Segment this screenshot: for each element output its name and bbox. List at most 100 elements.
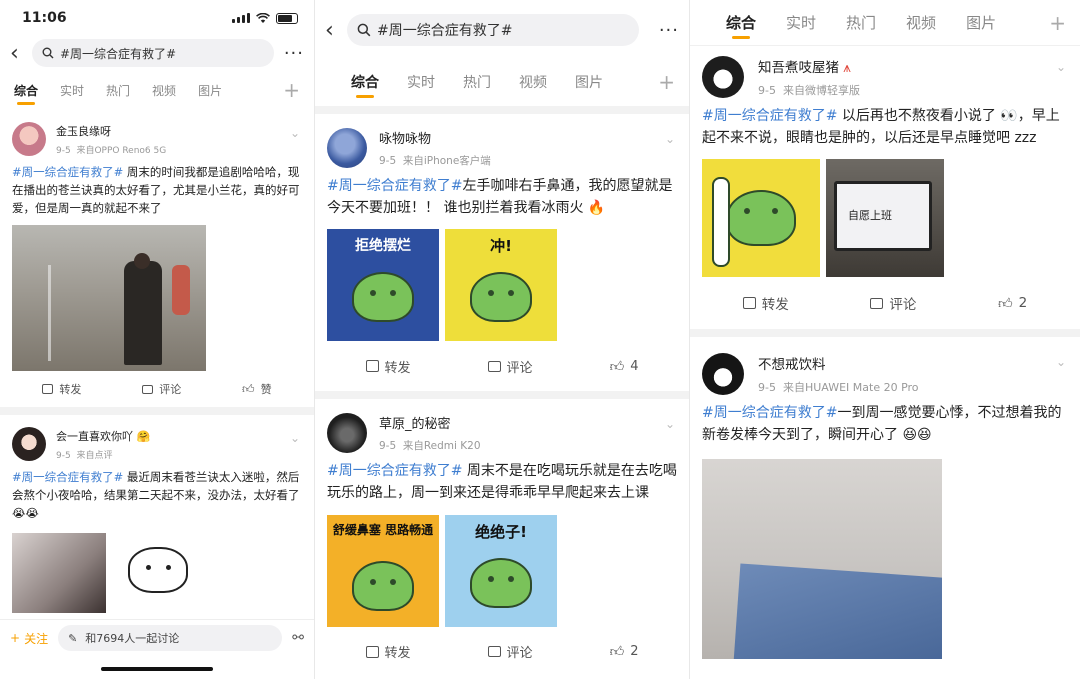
- post-text: #周一综合症有救了# 周末的时间我都是追剧哈哈哈，现在播出的苍兰诀真的太好看了，…: [12, 165, 300, 215]
- more-options-icon[interactable]: ···: [274, 43, 304, 64]
- tab-hot[interactable]: 热门: [106, 82, 130, 99]
- tab-images[interactable]: 图片: [966, 12, 996, 33]
- like-button[interactable]: 👍︎ 4: [610, 358, 639, 375]
- phone-screen-middle: ‹ #周一综合症有救了# ··· 综合 实时 热门 视频 图片 + ⌄ 咏物咏物…: [315, 0, 689, 679]
- discuss-input[interactable]: ✎ 和7694人一起讨论: [58, 625, 283, 651]
- like-button[interactable]: 👍︎ 2: [610, 643, 639, 660]
- search-input[interactable]: #周一综合症有救了#: [32, 39, 274, 67]
- like-button[interactable]: 👍︎ 赞: [242, 381, 272, 397]
- like-button[interactable]: 👍︎ 2: [998, 295, 1027, 312]
- tab-comprehensive[interactable]: 综合: [351, 72, 379, 92]
- avatar[interactable]: [327, 128, 367, 168]
- cat-illustration: [352, 560, 414, 611]
- search-icon: [42, 47, 54, 59]
- tab-comprehensive[interactable]: 综合: [726, 12, 756, 33]
- hashtag-link[interactable]: #周一综合症有救了#: [12, 165, 123, 179]
- comment-button[interactable]: 评论: [487, 642, 533, 661]
- search-row: ‹ #周一综合症有救了# ···: [315, 8, 689, 52]
- tab-realtime[interactable]: 实时: [60, 82, 84, 99]
- avatar[interactable]: [327, 413, 367, 454]
- avatar[interactable]: [702, 56, 744, 98]
- comment-button[interactable]: 评论: [870, 293, 916, 313]
- cat-illustration: [470, 557, 532, 608]
- avatar[interactable]: [12, 427, 46, 462]
- repost-button[interactable]: 转发: [365, 642, 411, 661]
- post-image-sticker[interactable]: 冲!: [445, 229, 557, 342]
- comment-button[interactable]: 评论: [487, 357, 533, 376]
- post-image-sticker[interactable]: 舒缓鼻塞 思路畅通: [327, 514, 439, 627]
- post-header: 不想戒饮料 9-5 来自HUAWEI Mate 20 Pro: [702, 353, 1068, 396]
- post-images: 拒绝摆烂 冲!: [327, 229, 677, 342]
- post-card[interactable]: ⌄ 金玉良缘呀 9-5 来自OPPO Reno6 5G #周一综合症有救了# 周…: [0, 110, 314, 416]
- chevron-down-icon[interactable]: ⌄: [1056, 60, 1066, 74]
- search-input[interactable]: #周一综合症有救了#: [347, 14, 639, 46]
- add-tab-icon[interactable]: +: [1049, 11, 1066, 35]
- hashtag-link[interactable]: #周一综合症有救了#: [327, 463, 462, 479]
- repost-button[interactable]: 转发: [42, 381, 81, 397]
- hashtag-link[interactable]: #周一综合症有救了#: [702, 108, 837, 124]
- chevron-down-icon[interactable]: ⌄: [665, 132, 675, 146]
- hashtag-link[interactable]: #周一综合症有救了#: [327, 178, 462, 194]
- back-arrow-icon[interactable]: ‹: [10, 41, 32, 66]
- post-actions: 转发 评论 👍︎ 4: [327, 341, 677, 391]
- tab-video[interactable]: 视频: [906, 12, 936, 33]
- tab-hot[interactable]: 热门: [846, 12, 876, 33]
- plus-icon: +: [10, 631, 21, 645]
- tab-hot[interactable]: 热门: [463, 72, 491, 92]
- post-card[interactable]: ⌄ 不想戒饮料 9-5 来自HUAWEI Mate 20 Pro #周一综合症有…: [690, 337, 1080, 659]
- post-image-monitor-photo[interactable]: 自愿上班: [826, 159, 944, 278]
- chevron-down-icon[interactable]: ⌄: [290, 126, 300, 140]
- chevron-down-icon[interactable]: ⌄: [290, 431, 300, 445]
- hashtag-link[interactable]: #周一综合症有救了#: [12, 470, 123, 484]
- tab-comprehensive[interactable]: 综合: [14, 82, 38, 99]
- search-icon: [357, 23, 371, 37]
- post-author[interactable]: 会一直喜欢你吖 🤗: [56, 428, 150, 444]
- post-images: [12, 532, 302, 613]
- tab-realtime[interactable]: 实时: [786, 12, 816, 33]
- back-arrow-icon[interactable]: ‹: [325, 18, 347, 43]
- repost-button[interactable]: 转发: [365, 357, 411, 376]
- post-image-package-photo[interactable]: [702, 458, 942, 659]
- post-image-sticker[interactable]: 绝绝子!: [445, 514, 557, 627]
- post-card[interactable]: ⌄ 会一直喜欢你吖 🤗 9-5 来自点评 #周一综合症有救了# 最近周末看苍兰诀…: [0, 415, 314, 613]
- more-options-icon[interactable]: ···: [639, 20, 679, 41]
- chevron-down-icon[interactable]: ⌄: [665, 417, 675, 431]
- tab-images[interactable]: 图片: [198, 82, 222, 99]
- post-image-sticker[interactable]: 拒绝摆烂: [327, 229, 439, 342]
- post-meta: 9-5 来自微博轻享版: [758, 84, 860, 97]
- post-card[interactable]: ⌄ 草原_的秘密 9-5 来自Redmi K20 #周一综合症有救了# 周末不是…: [315, 399, 689, 676]
- tab-video[interactable]: 视频: [519, 72, 547, 92]
- thumbs-up-icon: 👍︎: [242, 381, 255, 396]
- avatar[interactable]: [12, 122, 46, 156]
- post-card[interactable]: ⌄ 咏物咏物 9-5 来自iPhone客户端 #周一综合症有救了#左手咖啡右手鼻…: [315, 106, 689, 400]
- post-text: #周一综合症有救了#左手咖啡右手鼻通，我的愿望就是今天不要加班！！ 谁也别拦着我…: [327, 178, 673, 216]
- post-image-sticker[interactable]: [702, 159, 820, 278]
- add-tab-icon[interactable]: +: [283, 78, 300, 102]
- post-text: #周一综合症有救了# 以后再也不熬夜看小说了 👀，早上起不来不说，眼睛也是肿的，…: [702, 108, 1060, 146]
- post-author[interactable]: 咏物咏物: [379, 128, 491, 147]
- post-image-drama-still[interactable]: [12, 225, 206, 372]
- post-image-sticker[interactable]: [112, 532, 206, 613]
- hashtag-link[interactable]: #周一综合症有救了#: [702, 405, 837, 421]
- post-card[interactable]: ⌄ 知吾煮吱屋猪 ⩚ 9-5 来自微博轻享版 #周一综合症有救了# 以后再也不熬…: [690, 46, 1080, 338]
- add-tab-icon[interactable]: +: [658, 70, 675, 94]
- tab-realtime[interactable]: 实时: [407, 72, 435, 92]
- chevron-down-icon[interactable]: ⌄: [1056, 355, 1066, 369]
- share-icon[interactable]: ⚯: [292, 630, 304, 646]
- post-header: 会一直喜欢你吖 🤗 9-5 来自点评: [12, 427, 302, 462]
- comment-button[interactable]: 评论: [142, 381, 181, 397]
- avatar[interactable]: [702, 353, 744, 396]
- bottom-bar: + 关注 ✎ 和7694人一起讨论 ⚯: [0, 619, 314, 679]
- comment-icon: [487, 646, 501, 658]
- follow-button[interactable]: + 关注: [10, 630, 48, 647]
- post-author[interactable]: 草原_的秘密: [379, 413, 481, 432]
- post-author[interactable]: 知吾煮吱屋猪 ⩚: [758, 56, 860, 76]
- tab-images[interactable]: 图片: [575, 72, 603, 92]
- post-header: 知吾煮吱屋猪 ⩚ 9-5 来自微博轻享版: [702, 56, 1068, 98]
- repost-button[interactable]: 转发: [742, 293, 789, 313]
- post-author[interactable]: 金玉良缘呀: [56, 123, 166, 139]
- tab-video[interactable]: 视频: [152, 82, 176, 99]
- post-image-drama-still[interactable]: [12, 532, 106, 613]
- post-author[interactable]: 不想戒饮料: [758, 353, 919, 373]
- badge-icon: ⩚: [843, 60, 851, 76]
